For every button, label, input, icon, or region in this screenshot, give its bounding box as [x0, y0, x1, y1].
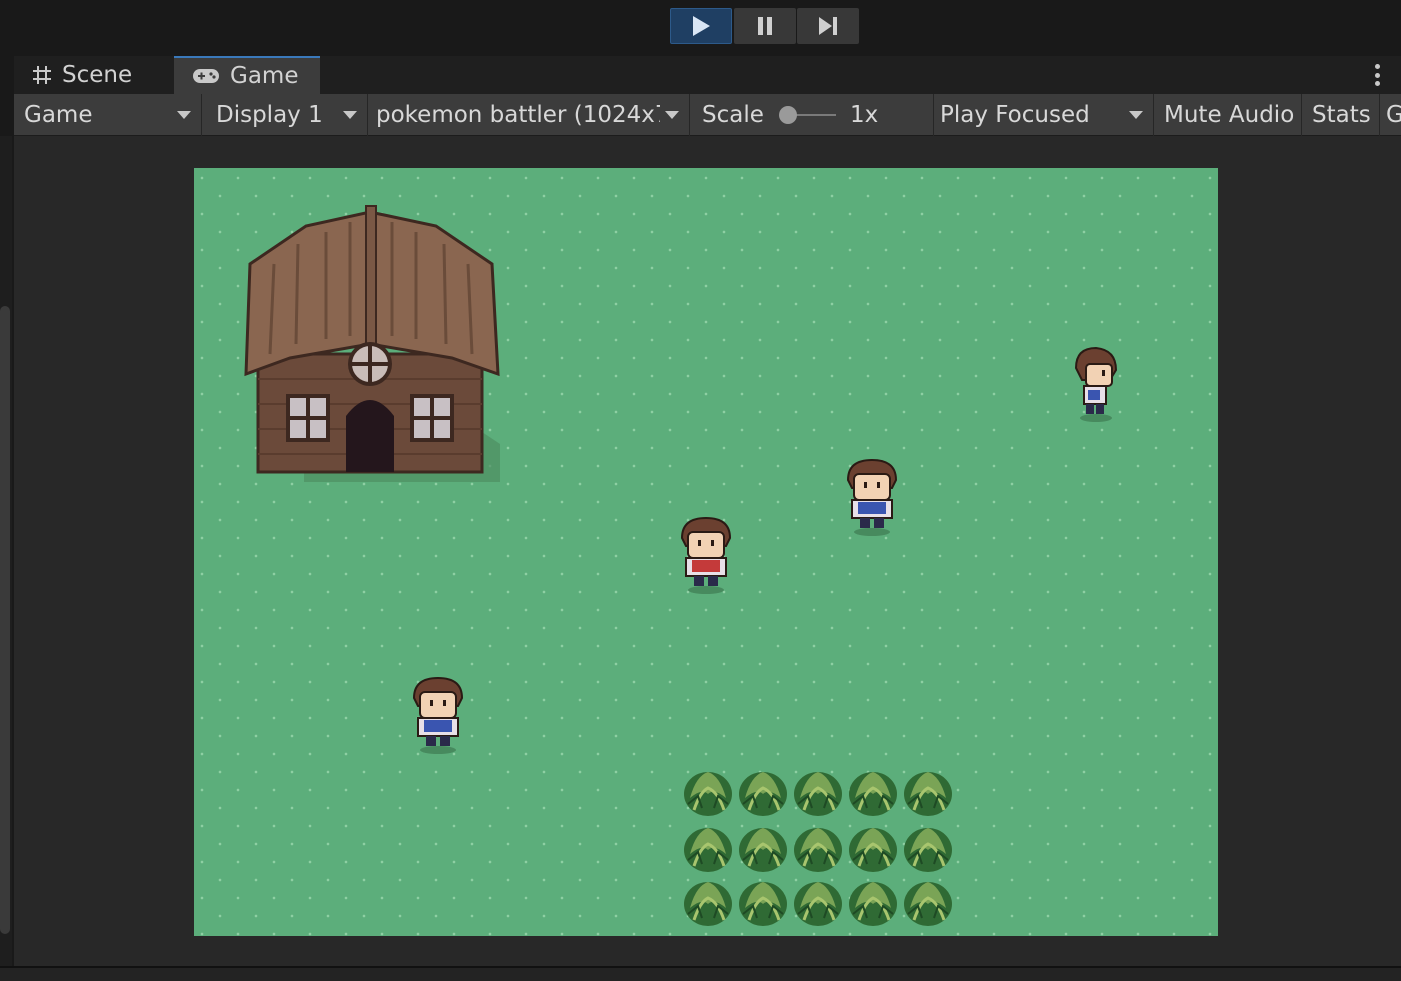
scrollbar[interactable]	[0, 136, 12, 966]
pause-button[interactable]	[734, 8, 796, 44]
chevron-down-icon	[343, 111, 357, 119]
scale-control: Scale 1x	[690, 94, 934, 136]
scale-value: 1x	[850, 102, 879, 128]
tab-game-label: Game	[230, 63, 299, 89]
gizmos-label: G	[1386, 102, 1401, 128]
chevron-down-icon	[665, 111, 679, 119]
pause-icon	[758, 17, 772, 35]
mute-audio-toggle[interactable]: Mute Audio	[1154, 94, 1302, 136]
resolution-dropdown[interactable]: pokemon battler (1024x768)	[368, 94, 690, 136]
scrollbar-thumb[interactable]	[0, 306, 10, 934]
tab-scene[interactable]: Scene	[14, 56, 172, 94]
status-bar	[0, 966, 1401, 981]
chevron-down-icon	[177, 111, 191, 119]
tab-bar: Scene Game	[14, 56, 1401, 94]
tab-game[interactable]: Game	[174, 56, 320, 94]
scale-slider-handle[interactable]	[779, 106, 797, 124]
play-button[interactable]	[670, 8, 732, 44]
play-icon	[693, 16, 710, 36]
play-focus-value: Play Focused	[940, 102, 1090, 128]
mute-audio-label: Mute Audio	[1164, 102, 1295, 128]
gizmos-toggle[interactable]: G	[1380, 94, 1401, 136]
tab-scene-label: Scene	[62, 62, 133, 88]
chevron-down-icon	[1129, 111, 1143, 119]
npc-character	[1074, 346, 1118, 422]
stats-label: Stats	[1312, 102, 1371, 128]
view-mode-value: Game	[24, 102, 93, 128]
game-toolbar: Game Display 1 pokemon battler (1024x768…	[14, 94, 1401, 136]
step-button[interactable]	[797, 8, 859, 44]
stats-toggle[interactable]: Stats	[1302, 94, 1380, 136]
tall-grass-patch	[682, 770, 954, 928]
more-options-icon[interactable]	[1375, 64, 1381, 86]
step-icon	[819, 17, 837, 35]
display-value: Display 1	[216, 102, 323, 128]
display-dropdown[interactable]: Display 1	[202, 94, 368, 136]
gamepad-icon	[193, 69, 219, 83]
view-mode-dropdown[interactable]: Game	[14, 94, 202, 136]
playmode-toolbar	[0, 0, 1401, 56]
grid-icon	[33, 66, 51, 84]
house	[244, 205, 500, 482]
resolution-value: pokemon battler (1024x768)	[376, 102, 660, 128]
npc-character	[412, 676, 464, 754]
scale-label: Scale	[702, 102, 764, 128]
game-view[interactable]	[194, 168, 1218, 936]
player-character	[680, 516, 732, 594]
npc-character	[846, 458, 898, 536]
play-focus-dropdown[interactable]: Play Focused	[934, 94, 1154, 136]
